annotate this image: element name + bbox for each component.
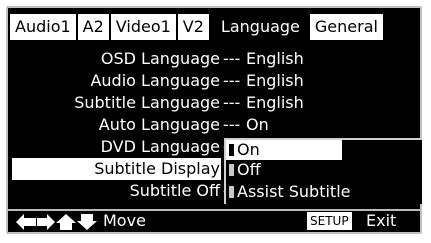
setting-label: Subtitle Display	[94, 159, 220, 178]
setting-separator: ---	[223, 71, 241, 90]
setting-label: Subtitle Off	[129, 181, 220, 200]
setting-row-osd-language[interactable]: OSD Language --- English	[12, 48, 417, 70]
setting-value: English	[246, 49, 304, 68]
setting-separator: ---	[223, 93, 241, 112]
setting-label: DVD Language	[100, 137, 220, 156]
option-label: Assist Subtitle	[237, 182, 351, 201]
setting-row-audio-language[interactable]: Audio Language --- English	[12, 70, 417, 92]
option-label: Off	[237, 160, 261, 179]
footer-bar: Move SETUP Exit	[6, 209, 422, 232]
setting-separator: ---	[223, 49, 241, 68]
setting-label: Audio Language	[90, 71, 220, 90]
subtitle-display-options-popup: On Off Assist Subtitle	[224, 138, 422, 204]
option-marker-icon	[229, 164, 234, 176]
arrow-left-icon	[16, 214, 36, 230]
setup-button[interactable]: SETUP	[307, 212, 352, 230]
option-assist-subtitle[interactable]: Assist Subtitle	[226, 182, 351, 202]
tab-audio1[interactable]: Audio1	[10, 14, 76, 40]
setting-value: On	[246, 115, 269, 134]
arrow-up-icon	[56, 214, 76, 230]
option-off[interactable]: Off	[226, 160, 261, 180]
setting-value: English	[246, 93, 304, 112]
move-hint: Move	[103, 211, 146, 230]
setting-value: English	[246, 71, 304, 90]
arrow-down-icon	[77, 214, 97, 230]
setting-label: Subtitle Language	[74, 93, 220, 112]
tab-video1[interactable]: Video1	[110, 14, 176, 40]
tab-general[interactable]: General	[309, 14, 383, 40]
setting-row-subtitle-language[interactable]: Subtitle Language --- English	[12, 92, 417, 114]
tab-language[interactable]: Language	[210, 14, 308, 40]
setting-row-auto-language[interactable]: Auto Language --- On	[12, 114, 417, 136]
navigation-arrows	[16, 214, 97, 230]
setting-separator: ---	[223, 115, 241, 134]
option-on[interactable]: On	[226, 140, 342, 160]
option-marker-icon	[229, 186, 234, 198]
arrow-right-icon	[37, 214, 55, 230]
tab-v2[interactable]: V2	[177, 14, 209, 40]
option-marker-icon	[229, 144, 234, 156]
option-label: On	[237, 140, 260, 159]
menu-tabs: Audio1 A2 Video1 V2 Language General	[10, 14, 383, 40]
exit-hint: Exit	[366, 211, 397, 230]
tab-a2[interactable]: A2	[77, 14, 109, 40]
setting-label: OSD Language	[100, 49, 220, 68]
setting-label: Auto Language	[98, 115, 220, 134]
